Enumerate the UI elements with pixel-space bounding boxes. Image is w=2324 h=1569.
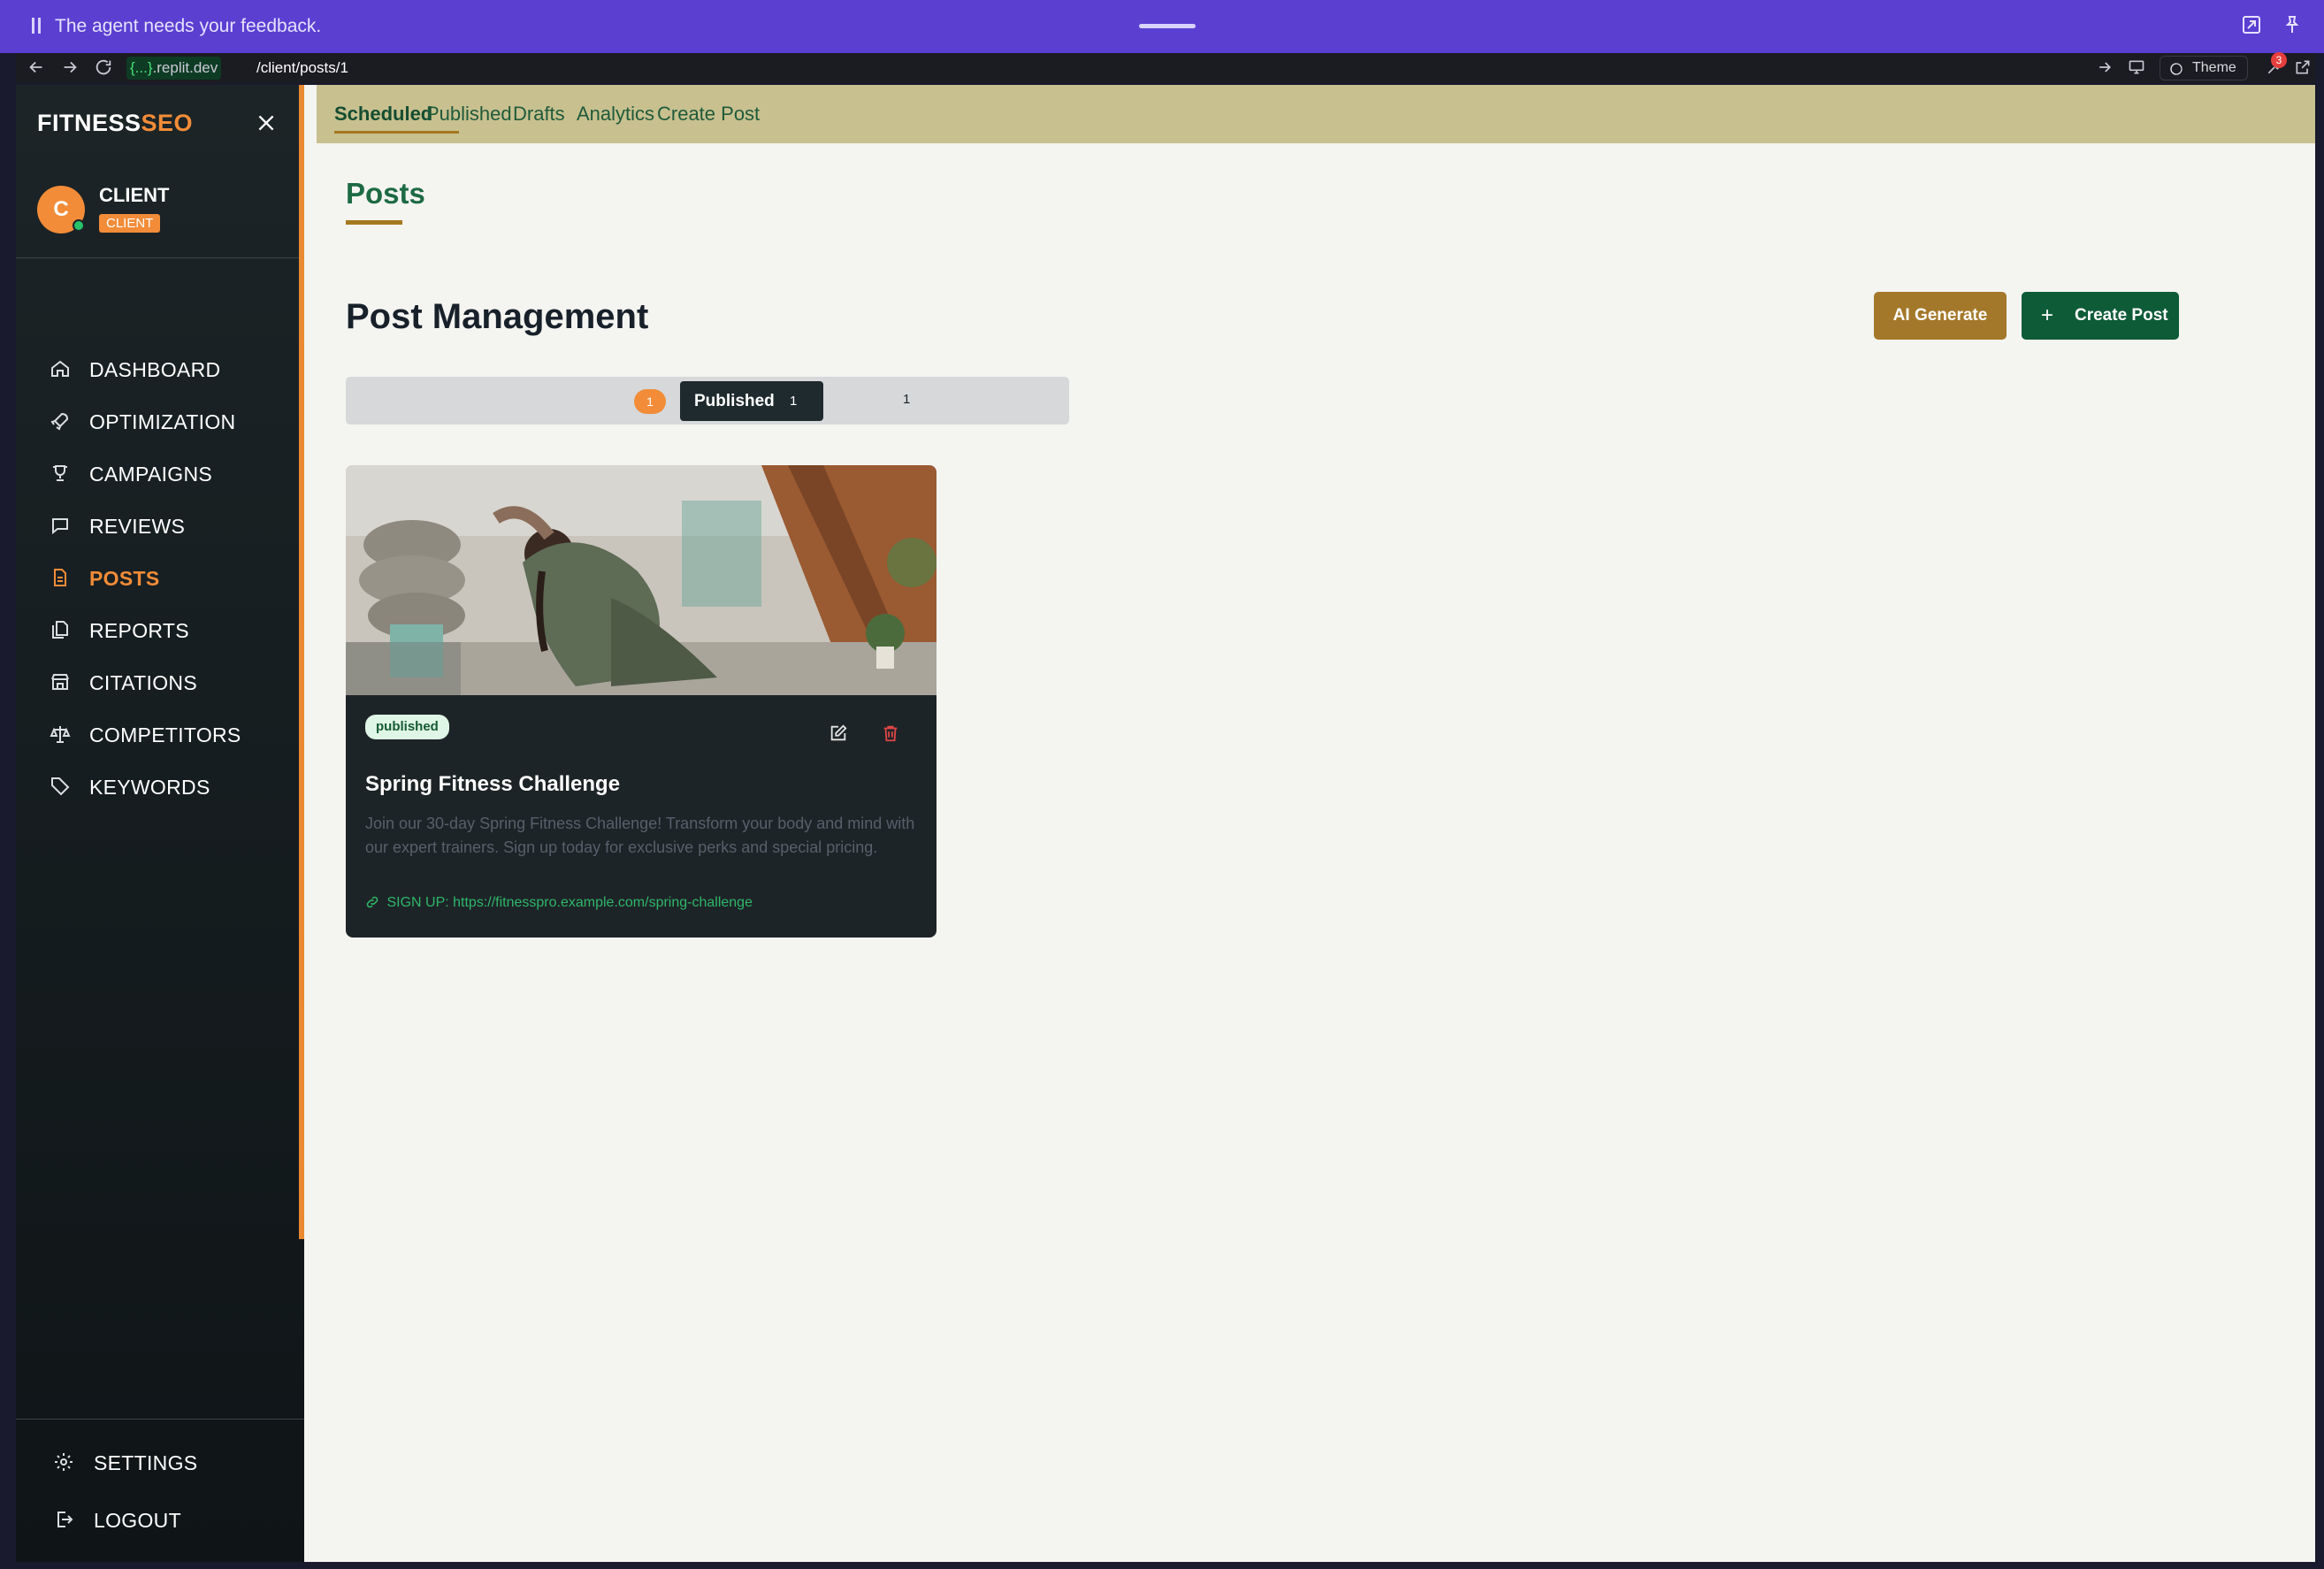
ai-generate-button[interactable]: AI Generate <box>1874 292 2007 340</box>
create-post-button[interactable]: + Create Post <box>2022 292 2179 340</box>
status-filter: 1 Published 1 1 <box>346 377 1069 425</box>
store-icon <box>50 671 73 694</box>
sidebar-item-posts[interactable]: POSTS <box>16 554 299 603</box>
sidebar-item-dashboard[interactable]: DASHBOARD <box>16 345 299 394</box>
status-badge: published <box>365 715 449 739</box>
files-icon <box>50 619 73 642</box>
tab-scheduled[interactable]: Scheduled <box>334 103 432 126</box>
browser-bar: {...}.replit.dev /client/posts/1 Theme 3 <box>16 52 2315 83</box>
brand-logo[interactable]: FITNESSSEO <box>37 110 193 137</box>
message-icon <box>50 515 73 538</box>
post-card[interactable]: published Spring Fitness Challenge Join … <box>346 465 936 938</box>
scale-icon <box>50 723 73 746</box>
devices-icon[interactable] <box>2128 58 2147 78</box>
back-icon[interactable] <box>27 57 48 79</box>
title-underline <box>346 220 402 225</box>
rocket-icon <box>50 410 73 433</box>
post-title: Spring Fitness Challenge <box>365 772 621 796</box>
post-body: Join our 30-day Spring Fitness Challenge… <box>365 815 915 856</box>
url-path[interactable]: /client/posts/1 <box>256 59 348 77</box>
agent-feedback-bar: The agent needs your feedback. <box>0 0 2324 53</box>
sidebar-item-reviews[interactable]: REVIEWS <box>16 501 299 551</box>
pin-icon[interactable] <box>2282 14 2305 37</box>
role-badge: CLIENT <box>99 214 161 233</box>
edit-icon[interactable] <box>829 723 850 745</box>
drag-handle[interactable] <box>1139 24 1196 28</box>
tab-published[interactable]: Published <box>426 103 512 126</box>
logout-button[interactable]: LOGOUT <box>16 1496 299 1545</box>
filter-published[interactable]: Published 1 <box>680 381 823 421</box>
gear-icon <box>53 1451 76 1474</box>
notification-badge: 3 <box>2271 52 2287 68</box>
scheduled-count-badge[interactable]: 1 <box>634 389 666 414</box>
go-icon[interactable] <box>2096 58 2115 78</box>
avatar: C <box>37 186 85 233</box>
home-icon <box>50 358 73 381</box>
logout-icon <box>53 1509 76 1532</box>
tab-analytics[interactable]: Analytics <box>577 103 654 126</box>
user-name: CLIENT <box>99 184 170 206</box>
page-title: Posts <box>346 177 425 210</box>
close-icon[interactable] <box>255 111 279 136</box>
trash-icon[interactable] <box>881 723 902 745</box>
sidebar-item-optimization[interactable]: OPTIMIZATION <box>16 397 299 447</box>
document-icon <box>50 567 73 590</box>
collapse-icon[interactable] <box>2241 14 2264 37</box>
active-tab-indicator <box>334 131 459 134</box>
sidebar-divider <box>16 257 299 258</box>
post-image <box>346 465 936 695</box>
external-link-icon[interactable] <box>2294 58 2313 78</box>
plus-icon: + <box>2041 303 2054 327</box>
settings-button[interactable]: SETTINGS <box>16 1438 299 1488</box>
sidebar-item-reports[interactable]: REPORTS <box>16 606 299 655</box>
online-status-dot <box>73 219 85 232</box>
drafts-count[interactable]: 1 <box>903 392 910 407</box>
agent-message: The agent needs your feedback. <box>55 16 322 36</box>
url-host[interactable]: {...}.replit.dev <box>126 57 222 80</box>
app-window: FITNESSSEO C CLIENT CLIENT DASHBOARD OPT… <box>16 85 2315 1562</box>
sidebar: FITNESSSEO C CLIENT CLIENT DASHBOARD OPT… <box>16 85 304 1562</box>
tab-create-post[interactable]: Create Post <box>657 103 760 126</box>
sidebar-item-campaigns[interactable]: CAMPAIGNS <box>16 449 299 499</box>
sidebar-item-citations[interactable]: CITATIONS <box>16 658 299 708</box>
top-tabs: Scheduled Published Drafts Analytics Cre… <box>317 85 2315 143</box>
sidebar-accent-edge <box>299 85 304 1239</box>
forward-icon[interactable] <box>60 57 81 79</box>
section-title: Post Management <box>346 297 649 336</box>
tab-drafts[interactable]: Drafts <box>513 103 565 126</box>
sidebar-item-keywords[interactable]: KEYWORDS <box>16 762 299 812</box>
link-icon <box>366 896 378 908</box>
sidebar-item-competitors[interactable]: COMPETITORS <box>16 710 299 760</box>
pause-icon[interactable] <box>30 18 42 35</box>
sidebar-footer-divider <box>16 1419 304 1420</box>
tag-icon <box>50 776 73 799</box>
trophy-icon <box>50 463 73 486</box>
theme-button[interactable]: Theme <box>2160 56 2248 80</box>
post-link[interactable]: SIGN UP: https://fitnesspro.example.com/… <box>365 895 753 911</box>
reload-icon[interactable] <box>94 57 115 79</box>
